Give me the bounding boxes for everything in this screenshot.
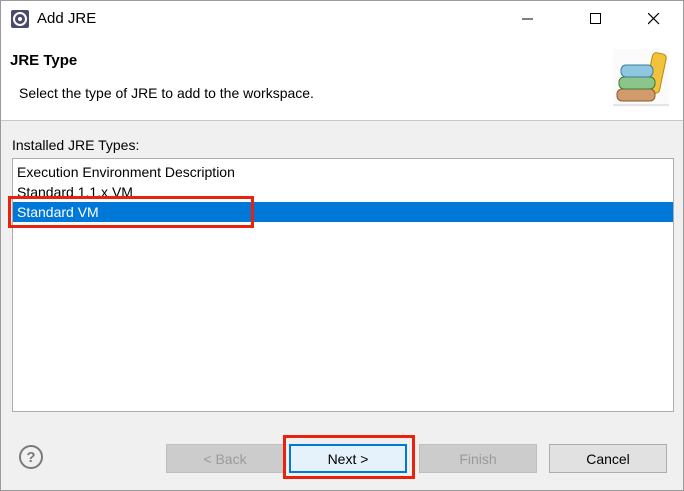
add-jre-dialog: Add JRE JRE Type Select the type of JRE …	[0, 0, 684, 491]
close-button[interactable]	[631, 1, 677, 37]
help-icon: ?	[26, 448, 36, 466]
wizard-banner: JRE Type Select the type of JRE to add t…	[1, 37, 683, 121]
close-icon	[648, 13, 660, 25]
eclipse-app-icon	[11, 10, 29, 28]
maximize-button[interactable]	[573, 1, 619, 37]
installed-jre-types-label: Installed JRE Types:	[12, 137, 140, 153]
title-bar: Add JRE	[1, 1, 683, 37]
page-title: JRE Type	[10, 52, 78, 69]
minimize-button[interactable]	[505, 1, 551, 37]
help-button[interactable]: ?	[19, 445, 43, 469]
maximize-icon	[590, 13, 601, 24]
list-item-standard-11x-vm[interactable]: Standard 1.1.x VM	[13, 182, 673, 202]
minimize-icon	[522, 18, 533, 20]
finish-button[interactable]: Finish	[419, 444, 537, 473]
window-title: Add JRE	[37, 10, 97, 27]
library-books-icon	[613, 49, 669, 107]
next-button[interactable]: Next >	[289, 444, 407, 473]
cancel-button[interactable]: Cancel	[549, 444, 667, 473]
list-item-execution-environment[interactable]: Execution Environment Description	[13, 162, 673, 182]
page-description: Select the type of JRE to add to the wor…	[19, 85, 314, 101]
back-button[interactable]: < Back	[166, 444, 284, 473]
jre-types-list[interactable]: Execution Environment Description Standa…	[12, 158, 674, 412]
list-item-standard-vm[interactable]: Standard VM	[13, 202, 673, 222]
